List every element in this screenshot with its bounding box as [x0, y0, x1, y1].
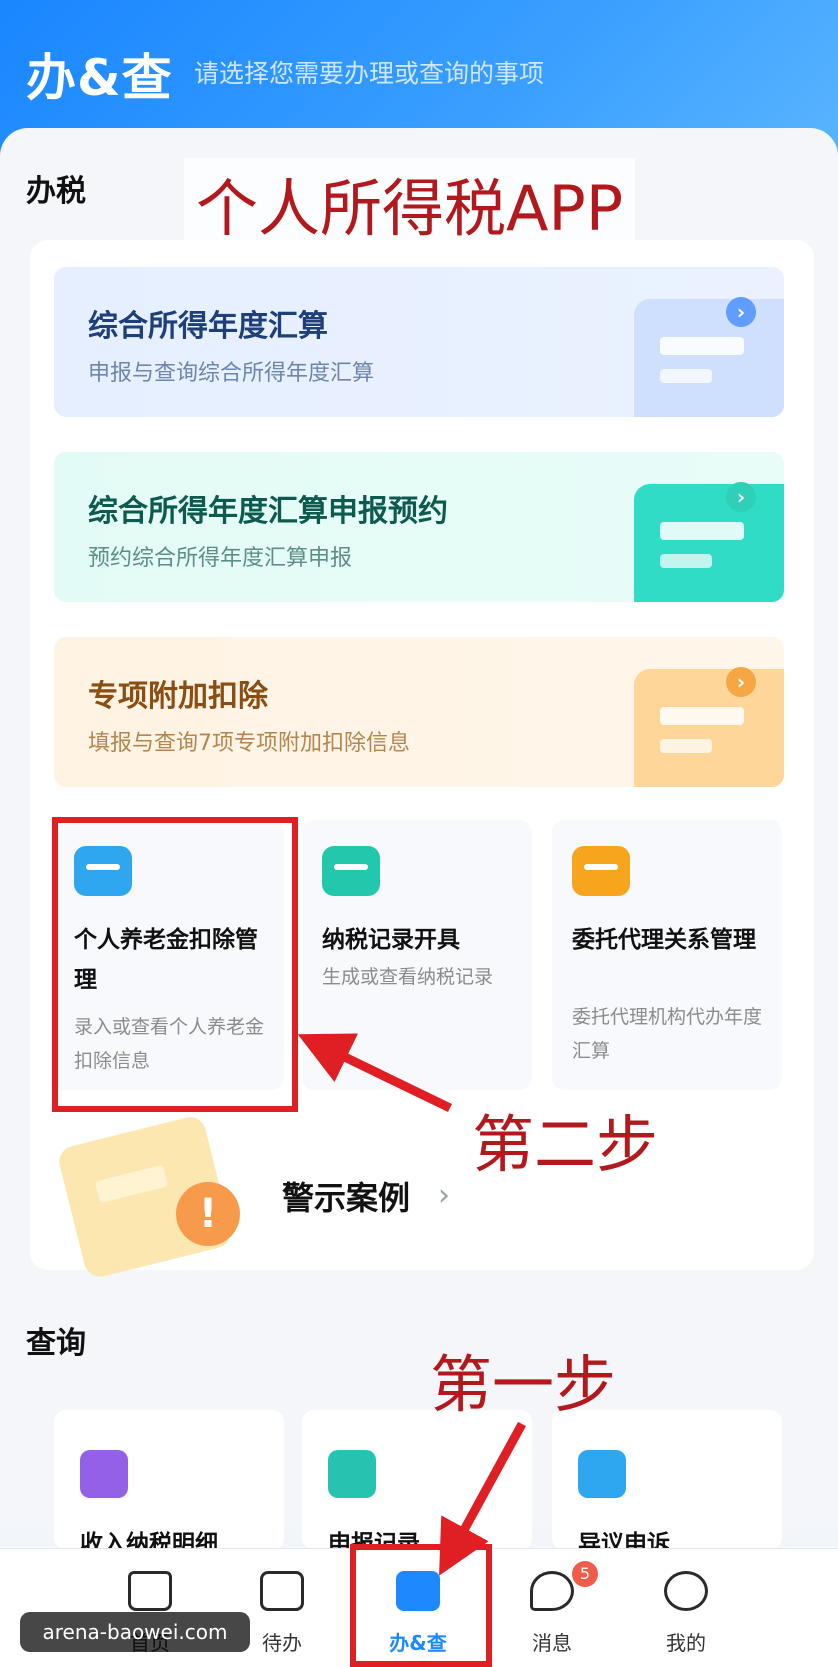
tab-label: 我的	[666, 1631, 706, 1655]
warning-cases-link[interactable]: 警示案例	[282, 1173, 410, 1219]
tile-income-details[interactable]: 收入纳税明细	[54, 1410, 284, 1557]
chevron-right-icon[interactable]: ›	[438, 1178, 450, 1213]
banner-subtitle: 申报与查询综合所得年度汇算	[88, 361, 375, 386]
banner-subtitle: 填报与查询7项专项附加扣除信息	[88, 731, 410, 756]
highlight-box-tab	[350, 1544, 492, 1667]
banner-subtitle: 预约综合所得年度汇算申报	[88, 546, 353, 571]
section-title-query: 查询	[26, 1326, 86, 1361]
agent-icon	[572, 846, 630, 896]
banner-settlement-appointment[interactable]: 综合所得年度汇算申报预约 预约综合所得年度汇算申报 ›	[54, 452, 784, 602]
highlight-box-pension	[52, 817, 298, 1112]
certificate-icon	[322, 846, 380, 896]
record-icon	[328, 1450, 376, 1498]
calendar-icon	[260, 1571, 304, 1611]
tile-filing-records[interactable]: 申报记录	[302, 1410, 532, 1557]
chevron-right-icon: ›	[726, 667, 756, 697]
calculator-icon	[634, 299, 784, 417]
section-title-tax: 办税	[26, 174, 86, 209]
tab-label: 消息	[532, 1631, 572, 1655]
unread-badge: 5	[572, 1561, 598, 1587]
chevron-right-icon: ›	[726, 482, 756, 512]
calendar-clock-icon	[634, 484, 784, 602]
annotation-step-one: 第一步	[430, 1348, 617, 1421]
income-icon	[80, 1450, 128, 1498]
annotation-step-two: 第二步	[472, 1108, 659, 1181]
page-title: 办&查	[26, 49, 173, 107]
banner-title: 综合所得年度汇算申报预约	[88, 494, 448, 529]
banner-annual-settlement[interactable]: 综合所得年度汇算 申报与查询综合所得年度汇算 ›	[54, 267, 784, 417]
home-icon	[128, 1571, 172, 1611]
smile-icon	[664, 1571, 708, 1611]
form-edit-icon	[634, 669, 784, 787]
tile-appeal[interactable]: 异议申诉	[552, 1410, 782, 1557]
watermark: arena-baowei.com	[20, 1612, 250, 1652]
page-subtitle: 请选择您需要办理或查询的事项	[194, 59, 545, 88]
annotation-app-name: 个人所得税APP	[184, 158, 636, 248]
tab-mine[interactable]: 我的	[626, 1549, 746, 1667]
exclamation-icon: !	[176, 1182, 240, 1246]
tile-subtitle: 生成或查看纳税记录	[322, 966, 494, 988]
appeal-icon	[578, 1450, 626, 1498]
warning-illustration: !	[56, 1113, 256, 1281]
tile-agent-relation[interactable]: 委托代理关系管理 委托代理机构代办年度汇算	[552, 820, 782, 1090]
tab-messages[interactable]: 5 消息	[492, 1549, 612, 1667]
message-icon	[530, 1571, 574, 1611]
banner-title: 专项附加扣除	[88, 679, 268, 714]
tile-subtitle: 委托代理机构代办年度汇算	[572, 1006, 763, 1062]
tile-title: 委托代理关系管理	[572, 927, 756, 953]
banner-title: 综合所得年度汇算	[88, 309, 328, 344]
chevron-right-icon: ›	[726, 297, 756, 327]
banner-special-deduction[interactable]: 专项附加扣除 填报与查询7项专项附加扣除信息 ›	[54, 637, 784, 787]
tile-tax-record[interactable]: 纳税记录开具 生成或查看纳税记录	[302, 820, 532, 1090]
tile-title: 纳税记录开具	[322, 927, 460, 953]
